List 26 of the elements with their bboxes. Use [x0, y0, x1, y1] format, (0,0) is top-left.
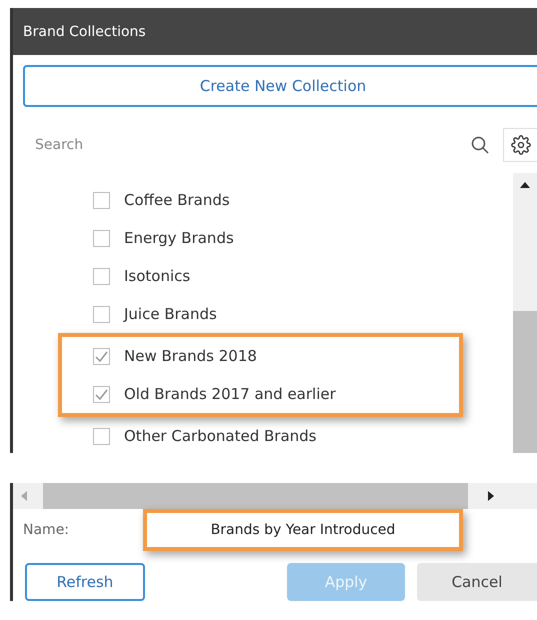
collection-label: Isotonics	[124, 267, 190, 285]
collection-label: Juice Brands	[124, 305, 217, 323]
checkbox[interactable]	[93, 348, 110, 364]
checkbox[interactable]	[93, 306, 110, 322]
checkbox[interactable]	[93, 268, 110, 284]
horizontal-scrollbar[interactable]	[13, 483, 537, 509]
search-field[interactable]: Search	[33, 136, 471, 154]
checkbox[interactable]	[93, 192, 110, 208]
name-label: Name:	[23, 522, 70, 538]
vertical-scrollbar[interactable]	[513, 173, 537, 453]
checkbox[interactable]	[93, 230, 110, 246]
collection-label: Old Brands 2017 and earlier	[124, 385, 336, 403]
checkbox[interactable]	[93, 386, 110, 402]
settings-icon	[510, 135, 530, 155]
checkbox[interactable]	[93, 428, 110, 444]
settings-button[interactable]	[503, 128, 537, 162]
name-field[interactable]: Brands by Year Introduced	[143, 509, 463, 551]
search-icon[interactable]	[471, 136, 489, 154]
create-collection-button[interactable]: Create New Collection	[23, 65, 537, 107]
collection-label: Other Carbonated Brands	[124, 427, 316, 445]
dialog-button[interactable]: Refresh	[25, 563, 145, 601]
window-title: Brand Collections	[23, 24, 146, 40]
collection-label: New Brands 2018	[124, 347, 257, 365]
collection-label: Energy Brands	[124, 229, 234, 247]
collection-label: Coffee Brands	[124, 191, 230, 209]
dialog-button[interactable]: Cancel	[417, 563, 537, 601]
